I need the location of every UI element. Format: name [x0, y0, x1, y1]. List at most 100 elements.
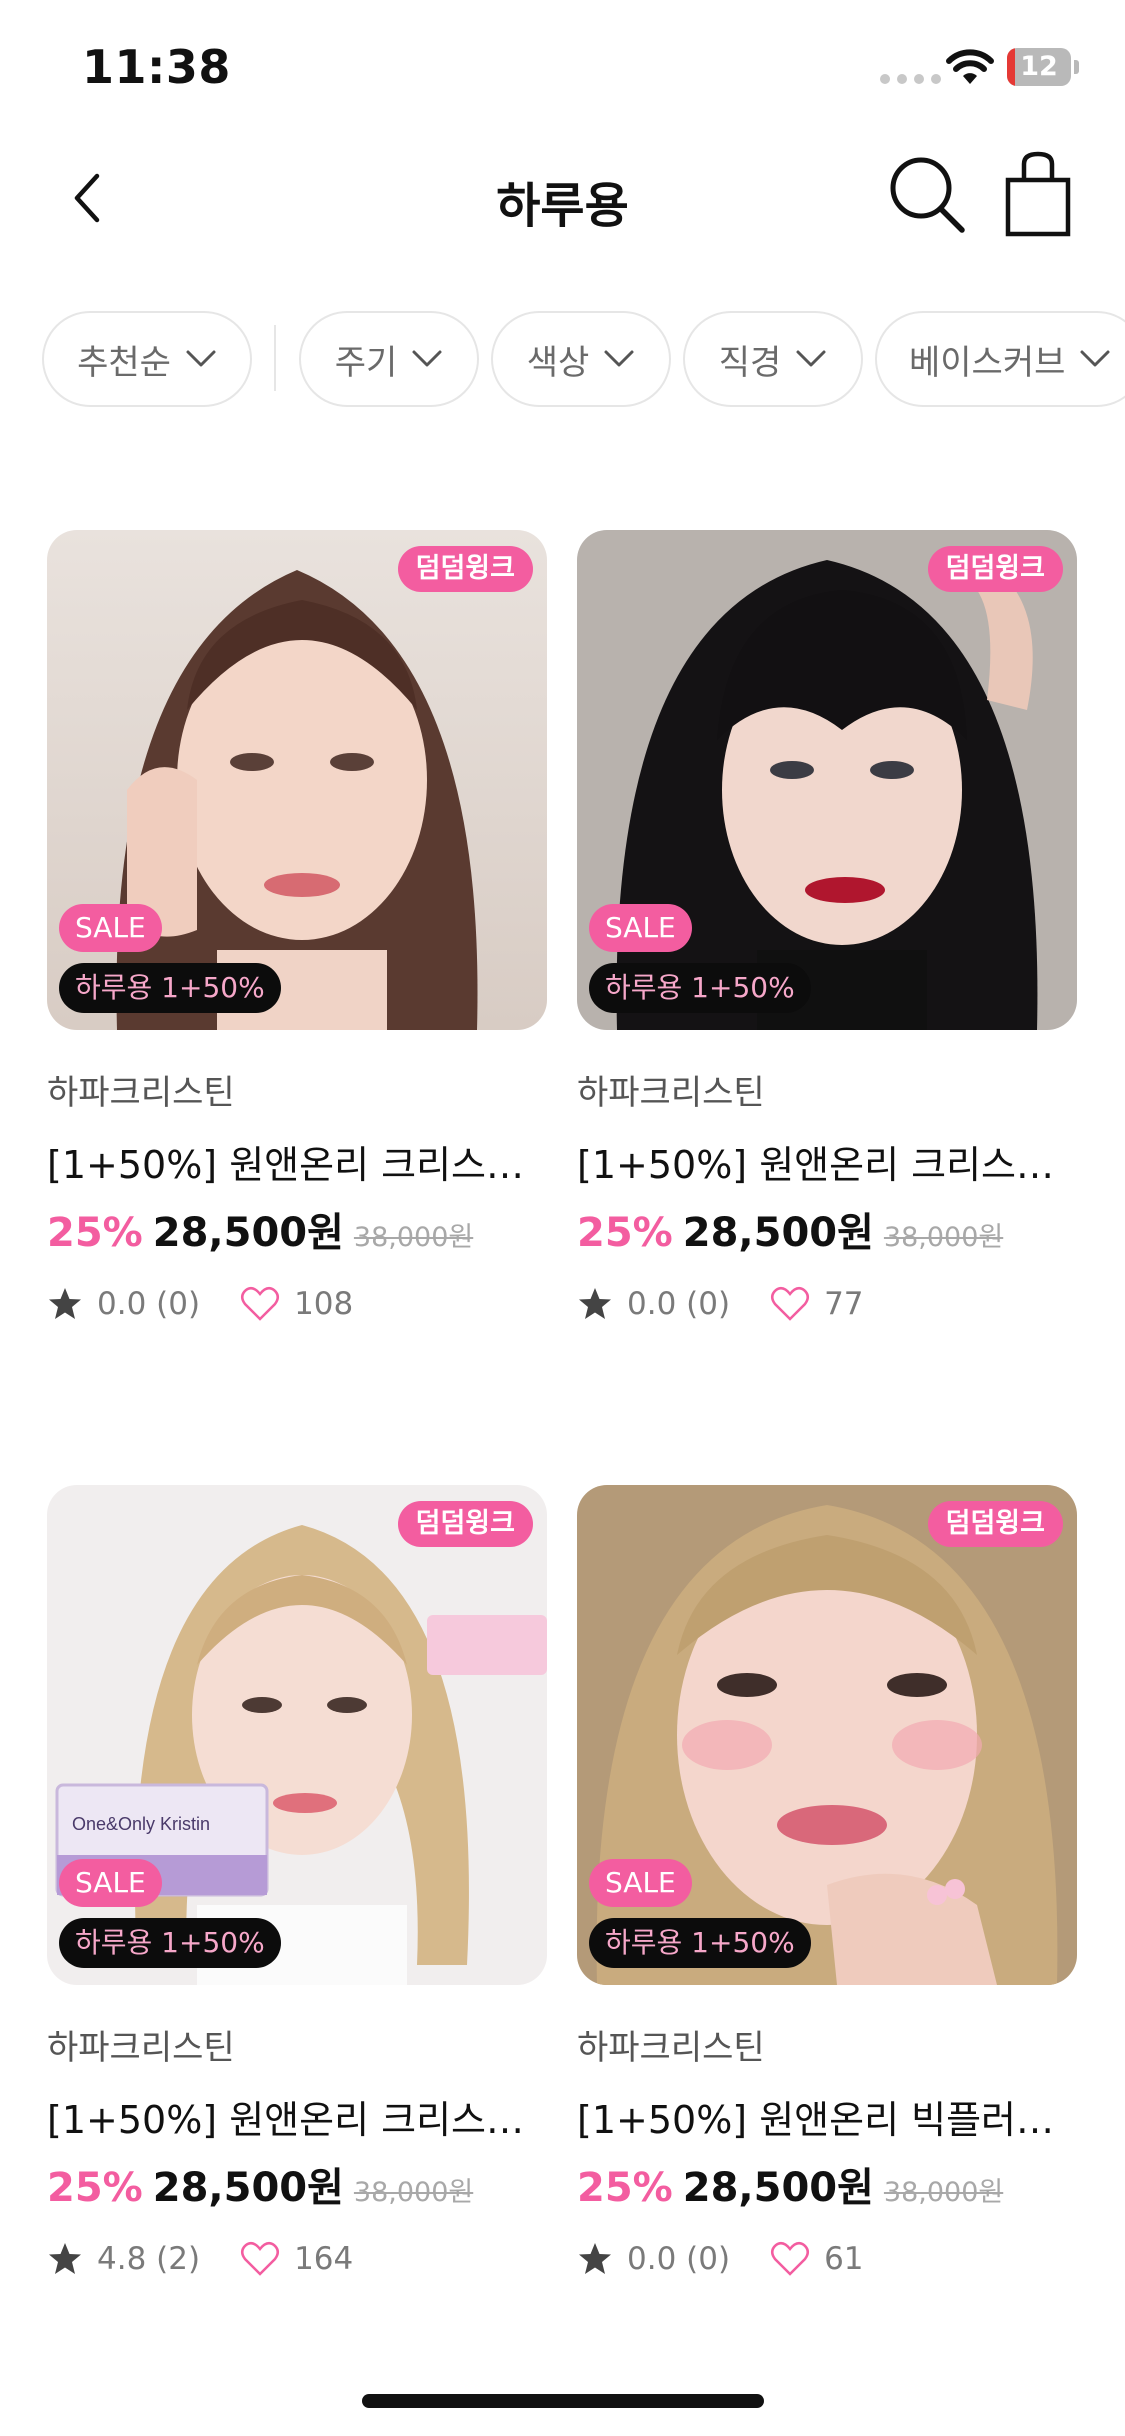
product-name[interactable]: [1+50%] 원앤온리 크리스틴 하루용: [47, 2089, 547, 2144]
price-row: 25% 28,500원 38,000원: [47, 2155, 473, 2211]
chevron-left-icon: [74, 173, 100, 223]
chevron-down-icon: [1080, 350, 1110, 367]
filter-bar: 추천순 주기 색상 직경 베이스커브: [0, 311, 1125, 411]
cart-button[interactable]: [1002, 150, 1074, 238]
product-brand: 하파크리스틴: [577, 1073, 765, 1113]
rating: 0.0 (0): [97, 1286, 201, 1322]
original-price: 38,000원: [883, 1222, 1004, 1253]
rating: 0.0 (0): [627, 1286, 731, 1322]
product-image[interactable]: 덤덤윙크 SALE 하루용 1+50%: [47, 530, 547, 1030]
price-row: 25% 28,500원 38,000원: [577, 1200, 1003, 1256]
brand-badge: 덤덤윙크: [927, 1501, 1063, 1547]
chip-label: 추천순: [77, 342, 171, 383]
product-image[interactable]: 덤덤윙크 SALE 하루용 1+50%: [577, 1485, 1077, 1985]
product-card[interactable]: 덤덤윙크 SALE 하루용 1+50% 하파크리스틴 [1+50%] 원앤온리 …: [577, 1485, 1077, 2285]
star-icon: [49, 2243, 81, 2274]
price-row: 25% 28,500원 38,000원: [47, 1200, 473, 1256]
discount-rate: 25%: [47, 2165, 143, 2211]
search-button[interactable]: [886, 152, 968, 238]
promo-badge: 하루용 1+50%: [59, 963, 281, 1013]
chip-label: 베이스커브: [909, 342, 1066, 383]
sale-price: 28,500원: [682, 1210, 874, 1256]
meta-row: 0.0 (0) 108: [47, 1282, 353, 1326]
screen: 11:38 12 하루용 추천순 주기 색상 직경 베이스커브 덤덤윙크 SAL…: [0, 0, 1125, 2436]
like-count: 108: [294, 1286, 354, 1322]
product-name[interactable]: [1+50%] 원앤온리 크리스틴 하루용: [47, 1134, 547, 1189]
original-price: 38,000원: [883, 2177, 1004, 2208]
chip-label: 직경: [718, 342, 782, 383]
filter-color-chip[interactable]: 색상: [491, 311, 671, 407]
filter-sort-chip[interactable]: 추천순: [42, 311, 252, 407]
star-icon: [579, 1288, 611, 1319]
rating: 4.8 (2): [97, 2241, 201, 2277]
sale-badge: SALE: [589, 904, 692, 952]
product-name[interactable]: [1+50%] 원앤온리 크리스틴 하루용: [577, 1134, 1077, 1189]
chevron-down-icon: [186, 350, 216, 367]
chevron-down-icon: [604, 350, 634, 367]
battery-level: 12: [1020, 51, 1058, 82]
promo-badge: 하루용 1+50%: [589, 963, 811, 1013]
promo-badge: 하루용 1+50%: [59, 1918, 281, 1968]
model-photo: [577, 530, 1077, 1030]
heart-icon[interactable]: [770, 2241, 810, 2277]
filter-cycle-chip[interactable]: 주기: [299, 311, 479, 407]
rating: 0.0 (0): [627, 2241, 731, 2277]
discount-rate: 25%: [47, 1210, 143, 1256]
product-brand: 하파크리스틴: [47, 1073, 235, 1113]
price-row: 25% 28,500원 38,000원: [577, 2155, 1003, 2211]
promo-badge: 하루용 1+50%: [589, 1918, 811, 1968]
battery-icon: 12: [1007, 48, 1079, 86]
heart-icon[interactable]: [770, 1286, 810, 1322]
like-count: 61: [824, 2241, 864, 2277]
sale-price: 28,500원: [152, 2165, 344, 2211]
model-photo: One&Only Kristin: [47, 1485, 547, 1985]
like-count: 77: [824, 1286, 864, 1322]
product-brand: 하파크리스틴: [47, 2028, 235, 2068]
filter-basecurve-chip[interactable]: 베이스커브: [875, 311, 1125, 407]
discount-rate: 25%: [577, 2165, 673, 2211]
like-count: 164: [294, 2241, 354, 2277]
brand-badge: 덤덤윙크: [927, 546, 1063, 592]
cellular-signal-icon: [880, 74, 941, 84]
sale-price: 28,500원: [682, 2165, 874, 2211]
wifi-icon: [946, 49, 994, 84]
product-card[interactable]: 덤덤윙크 SALE 하루용 1+50% 하파크리스틴 [1+50%] 원앤온리 …: [577, 530, 1077, 1330]
sale-badge: SALE: [59, 904, 162, 952]
svg-text:One&Only Kristin: One&Only Kristin: [72, 1814, 210, 1834]
heart-icon[interactable]: [240, 2241, 280, 2277]
home-indicator: [362, 2394, 764, 2408]
heart-icon[interactable]: [240, 1286, 280, 1322]
star-icon: [579, 2243, 611, 2274]
meta-row: 0.0 (0) 61: [577, 2237, 864, 2281]
discount-rate: 25%: [577, 1210, 673, 1256]
chip-label: 주기: [334, 342, 398, 383]
product-image[interactable]: One&Only Kristin 덤덤윙크 SALE 하루용 1+50%: [47, 1485, 547, 1985]
status-bar: 11:38 12: [0, 0, 1125, 130]
chevron-down-icon: [412, 350, 442, 367]
back-button[interactable]: [52, 158, 122, 238]
sale-badge: SALE: [59, 1859, 162, 1907]
star-icon: [49, 1288, 81, 1319]
status-time: 11:38: [82, 40, 231, 94]
model-photo: [577, 1485, 1077, 1985]
nav-bar: 하루용: [0, 130, 1125, 260]
original-price: 38,000원: [353, 2177, 474, 2208]
search-icon: [890, 157, 965, 233]
chip-label: 색상: [526, 342, 590, 383]
meta-row: 0.0 (0) 77: [577, 1282, 864, 1326]
product-card[interactable]: One&Only Kristin 덤덤윙크 SALE 하루용 1+50% 하파크…: [47, 1485, 547, 2285]
chevron-down-icon: [796, 350, 826, 367]
brand-badge: 덤덤윙크: [397, 1501, 533, 1547]
product-image[interactable]: 덤덤윙크 SALE 하루용 1+50%: [577, 530, 1077, 1030]
sale-price: 28,500원: [152, 1210, 344, 1256]
meta-row: 4.8 (2) 164: [47, 2237, 353, 2281]
filter-divider: [274, 325, 276, 391]
brand-badge: 덤덤윙크: [397, 546, 533, 592]
original-price: 38,000원: [353, 1222, 474, 1253]
shopping-bag-icon: [1005, 151, 1071, 237]
model-photo: [47, 530, 547, 1030]
product-card[interactable]: 덤덤윙크 SALE 하루용 1+50% 하파크리스틴 [1+50%] 원앤온리 …: [47, 530, 547, 1330]
filter-diameter-chip[interactable]: 직경: [683, 311, 863, 407]
product-name[interactable]: [1+50%] 원앤온리 빅플러스 하루용: [577, 2089, 1077, 2144]
sale-badge: SALE: [589, 1859, 692, 1907]
